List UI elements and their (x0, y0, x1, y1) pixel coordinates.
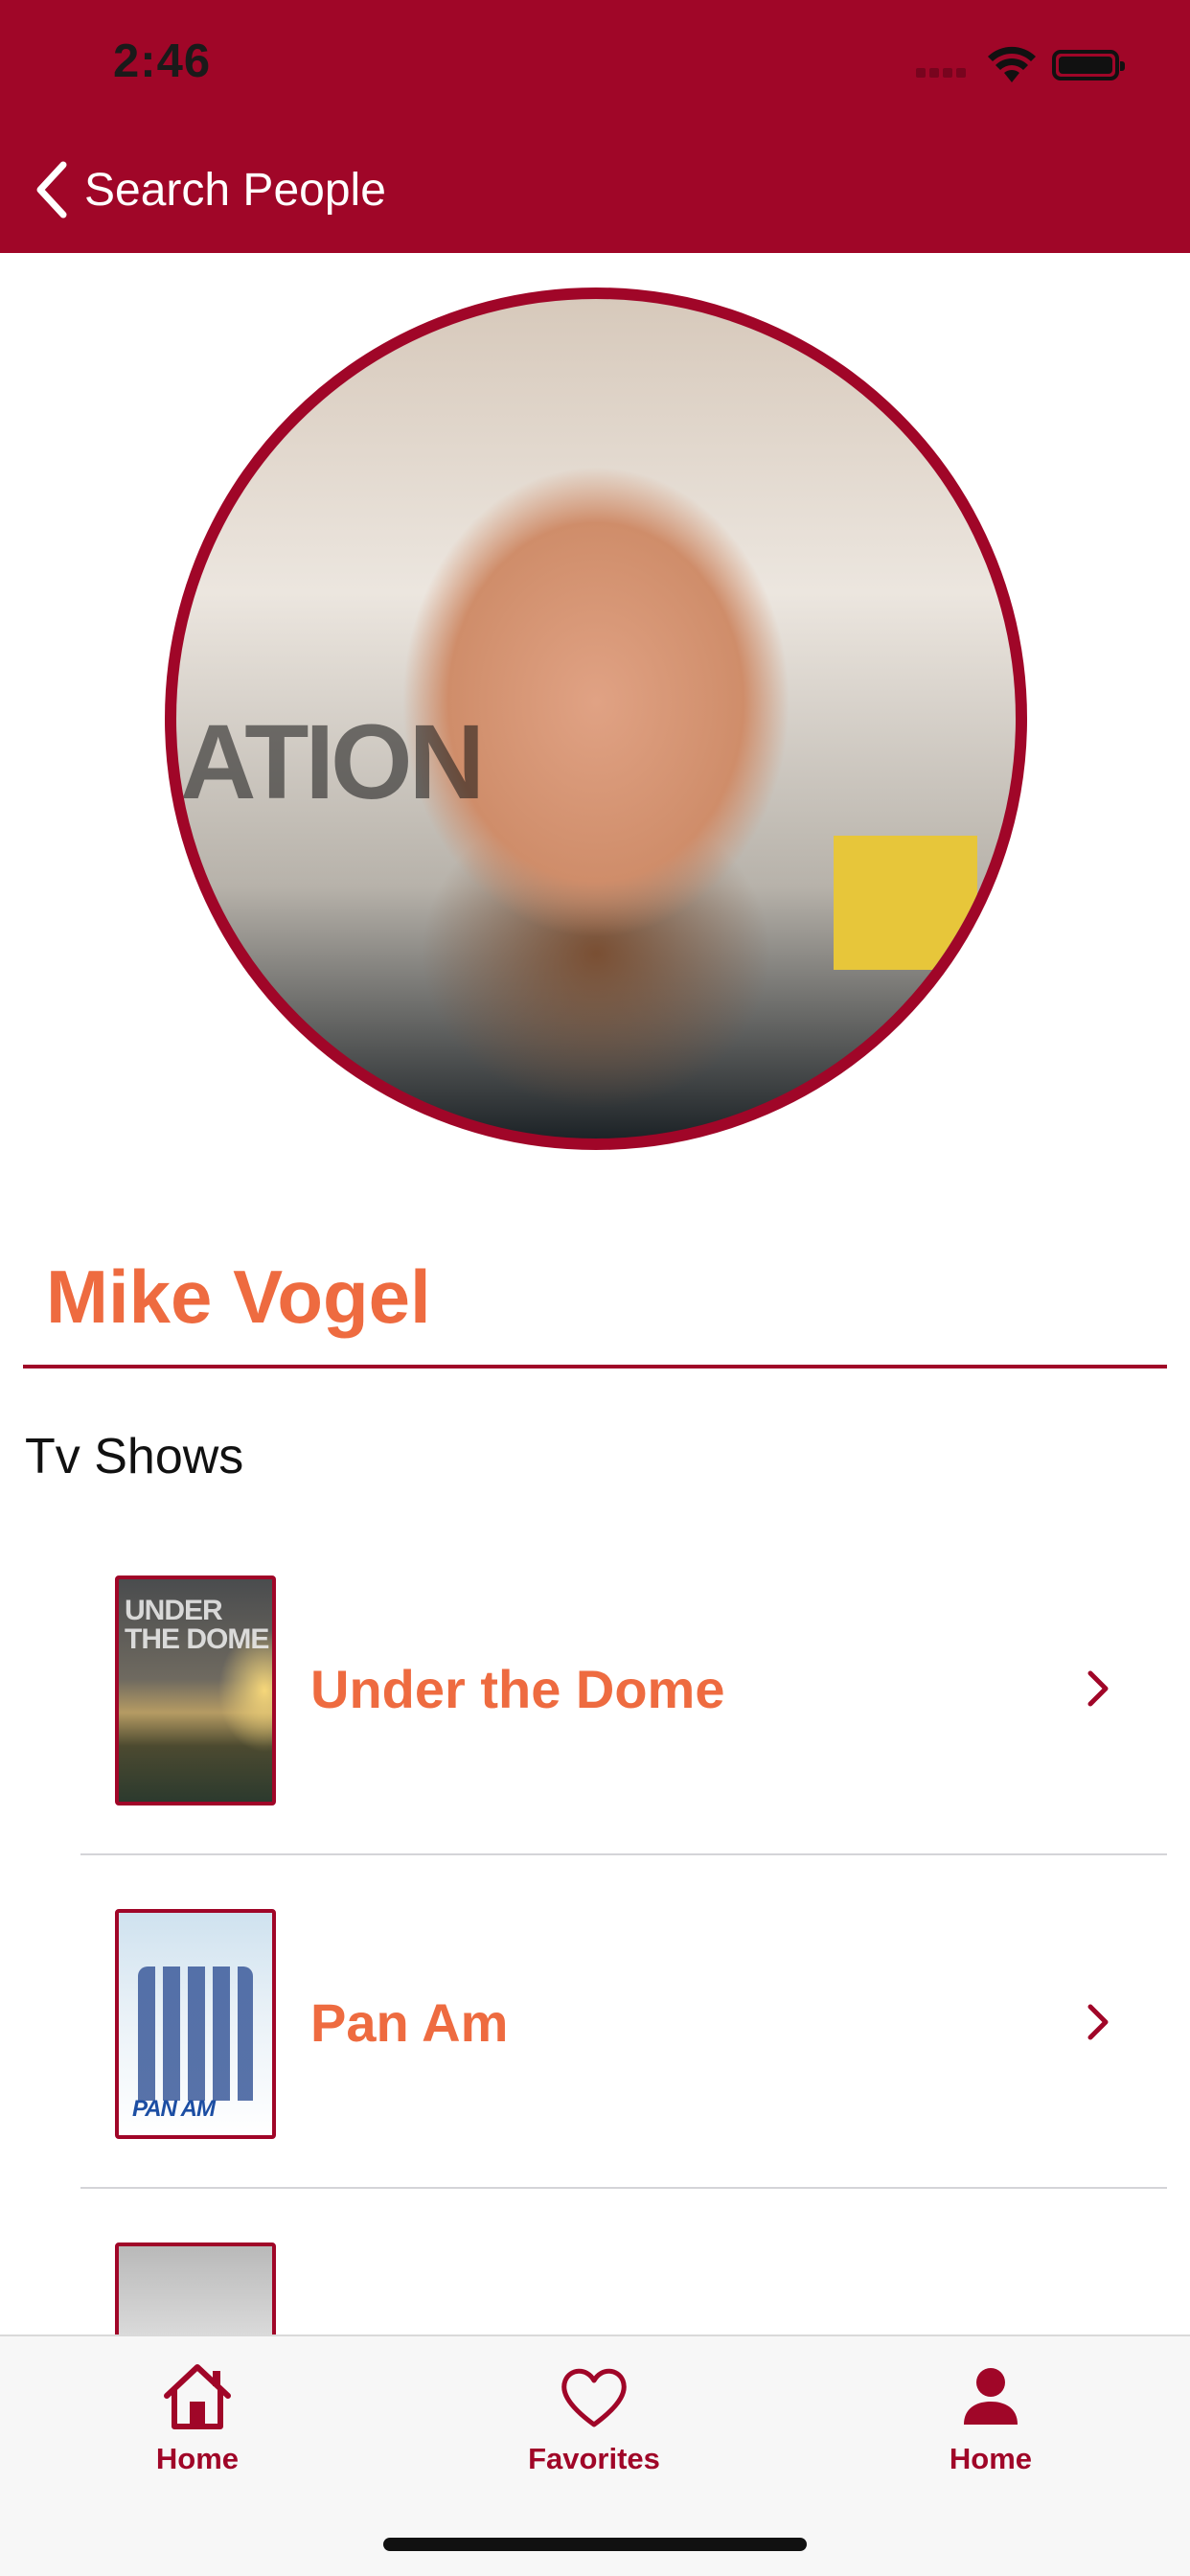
status-time: 2:46 (113, 35, 212, 87)
name-divider (23, 1365, 1167, 1368)
home-indicator (383, 2538, 807, 2551)
tab-label: Home (155, 2442, 240, 2475)
heart-icon (561, 2368, 627, 2427)
person-name: Mike Vogel (46, 1254, 431, 1339)
status-icons (916, 46, 1136, 84)
show-poster: UNDER THE DOME (115, 1576, 276, 1806)
cellular-signal-icon (916, 65, 970, 82)
tab-label: Favorites (528, 2442, 660, 2475)
show-title: Under the Dome (310, 1659, 725, 1719)
show-title: Pan Am (310, 1992, 509, 2053)
back-button[interactable]: Search People (33, 153, 386, 226)
poster-figures (138, 1966, 253, 2101)
house-icon (164, 2364, 231, 2429)
tab-label: Home (949, 2442, 1033, 2475)
photo-background-sign: ATION (180, 703, 485, 821)
list-item-show[interactable]: PAN AM Pan Am (80, 1855, 1167, 2189)
chevron-right-icon (1087, 1670, 1109, 1707)
list-item-show[interactable]: UNDER THE DOME Under the Dome (80, 1522, 1167, 1855)
section-title: Tv Shows (25, 1429, 244, 1484)
tab-home[interactable]: Home (82, 2361, 312, 2486)
tab-profile[interactable]: Home (876, 2361, 1106, 2486)
profile-photo: ATION (165, 288, 1027, 1150)
photo-background-panel (834, 836, 977, 970)
chevron-left-icon (36, 161, 67, 218)
show-poster: PAN AM (115, 1909, 276, 2139)
chevron-right-icon (1087, 2004, 1109, 2040)
poster-title: PAN AM (132, 2096, 216, 2122)
battery-icon (1052, 50, 1125, 80)
back-button-label: Search People (84, 164, 386, 216)
navigation-bar: 2:46 Search People (0, 0, 1190, 253)
wifi-icon (988, 46, 1036, 82)
person-icon (964, 2368, 1018, 2425)
tab-favorites[interactable]: Favorites (479, 2361, 709, 2486)
poster-title: UNDER THE DOME (125, 1595, 269, 1655)
